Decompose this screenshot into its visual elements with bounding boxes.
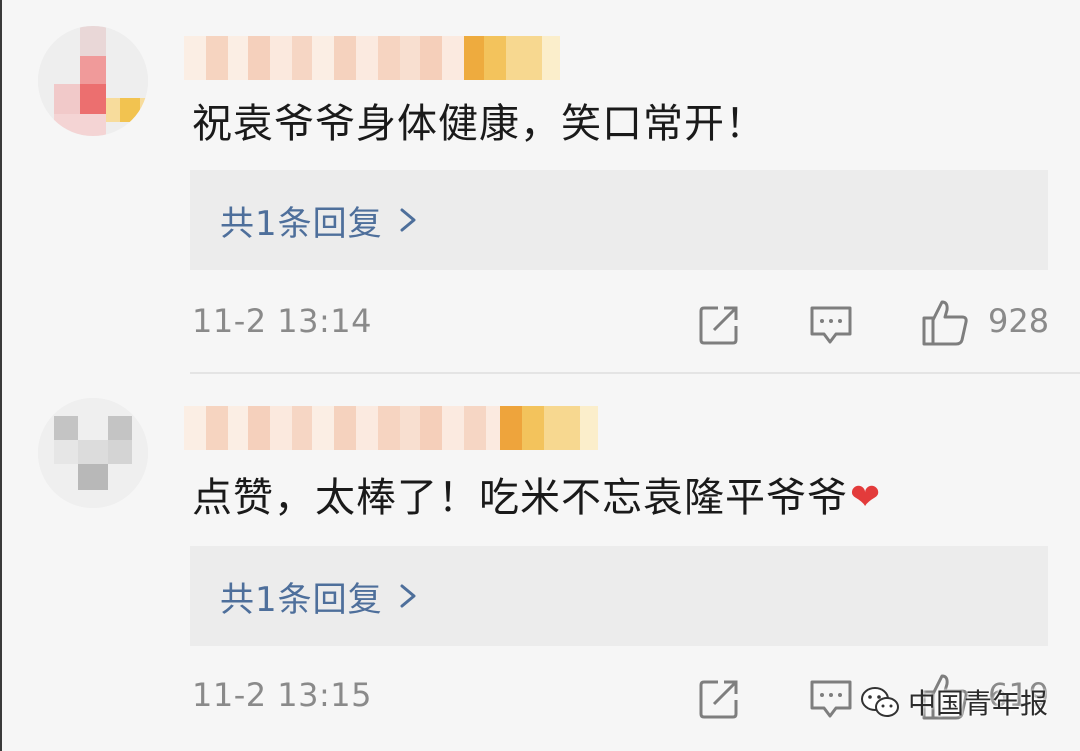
user-avatar[interactable] — [38, 26, 148, 136]
comment-divider — [190, 372, 1080, 374]
comment-text: 点赞，太棒了！吃米不忘袁隆平爷爷❤ — [192, 475, 882, 521]
chevron-right-icon — [400, 584, 416, 608]
user-avatar[interactable] — [38, 398, 148, 508]
comment-icon[interactable] — [808, 302, 854, 348]
username-blurred[interactable] — [184, 406, 614, 450]
comment-icon[interactable] — [808, 676, 854, 722]
thumbs-up-icon[interactable] — [920, 298, 970, 348]
heart-emoji-icon: ❤ — [850, 477, 882, 518]
view-replies-button[interactable]: 共1条回复 — [190, 170, 1048, 270]
comment-timestamp: 11-2 13:14 — [192, 302, 373, 340]
share-icon[interactable] — [696, 676, 742, 722]
like-count: 928 — [988, 302, 1050, 340]
wechat-logo-icon — [861, 687, 899, 717]
reply-count-label: 共1条回复 — [220, 203, 383, 244]
comment-timestamp: 11-2 13:15 — [192, 676, 373, 714]
source-watermark: 中国青年报 — [860, 682, 1048, 722]
comment-meta: 11-2 13:14 928 — [2, 294, 1080, 354]
share-icon[interactable] — [696, 302, 742, 348]
reply-count-label: 共1条回复 — [220, 579, 383, 620]
watermark-label: 中国青年报 — [908, 687, 1049, 720]
chevron-right-icon — [400, 208, 416, 232]
view-replies-button[interactable]: 共1条回复 — [190, 546, 1048, 646]
username-blurred[interactable] — [184, 36, 584, 80]
comment-text: 祝袁爷爷身体健康，笑口常开！ — [192, 101, 766, 147]
